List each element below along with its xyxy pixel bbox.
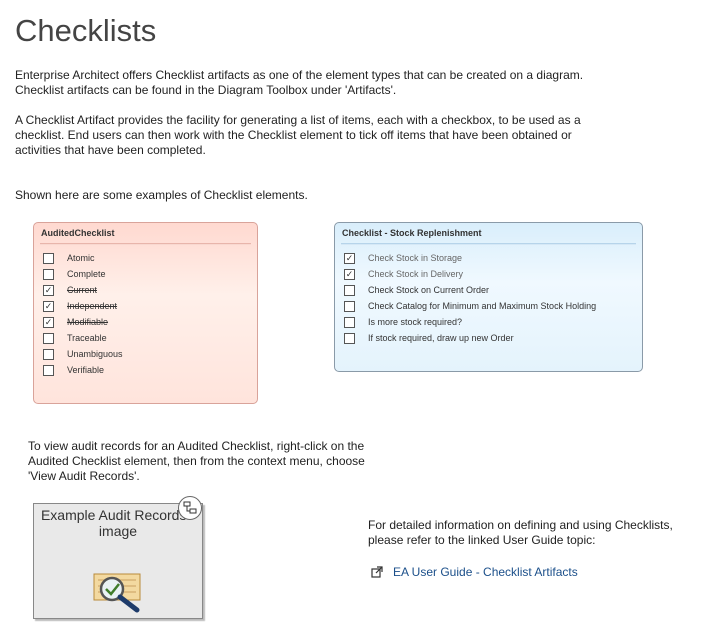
checkbox[interactable] <box>344 316 355 328</box>
checklist-item-label: Check Stock in Storage <box>368 253 463 263</box>
checklist-item[interactable]: ✓ Independent <box>43 298 257 314</box>
intro-paragraph-2: A Checklist Artifact provides the facili… <box>15 113 581 157</box>
examples-intro: Shown here are some examples of Checklis… <box>15 188 308 202</box>
checklist-item[interactable]: Traceable <box>43 330 257 346</box>
checklist-item[interactable]: Complete <box>43 266 257 282</box>
checkbox[interactable] <box>43 364 54 376</box>
checklist-item-label: Atomic <box>67 253 95 263</box>
magnifier-check-icon <box>93 573 141 613</box>
audited-checklist-title: AuditedChecklist <box>41 228 115 238</box>
external-link-icon[interactable] <box>371 566 383 578</box>
hierarchy-icon[interactable] <box>178 496 202 520</box>
intro-paragraph-1: Enterprise Architect offers Checklist ar… <box>15 68 584 97</box>
checked-checkbox[interactable]: ✓ <box>43 284 54 296</box>
checklist-item[interactable]: ✓ Modifiable <box>43 314 257 330</box>
checklist-item-label: Check Stock in Delivery <box>368 269 464 279</box>
checkbox[interactable] <box>43 268 54 280</box>
checklist-item[interactable]: Atomic <box>43 250 257 266</box>
checklist-item-label: Current <box>67 285 98 295</box>
checkbox[interactable] <box>344 332 355 344</box>
checklist-item[interactable]: Unambiguous <box>43 346 257 362</box>
checklist-item[interactable]: ✓ Current <box>43 282 257 298</box>
checklist-item-label: Unambiguous <box>67 349 123 359</box>
checklist-item-label: Modifiable <box>67 317 109 327</box>
audit-records-caption: Example Audit Records - image <box>40 507 196 539</box>
checkbox[interactable] <box>43 252 54 264</box>
checkbox[interactable] <box>344 300 355 312</box>
stock-checklist-element[interactable]: Checklist - Stock Replenishment ✓ Check S… <box>334 222 643 372</box>
checklist-item[interactable]: Check Stock on Current Order <box>344 282 642 298</box>
user-guide-link-row[interactable]: EA User Guide - Checklist Artifacts <box>371 565 578 579</box>
audit-records-image[interactable]: Example Audit Records - image <box>33 496 203 619</box>
checklist-item-label: Check Catalog for Minimum and Maximum St… <box>368 301 597 311</box>
checklist-item-label: Traceable <box>67 333 107 343</box>
checkbox[interactable] <box>43 332 54 344</box>
checklist-item[interactable]: Verifiable <box>43 362 257 378</box>
checklist-item[interactable]: ✓ Check Stock in Storage <box>344 250 642 266</box>
checklist-item[interactable]: ✓ Check Stock in Delivery <box>344 266 642 282</box>
audit-instructions: To view audit records for an Audited Che… <box>28 439 365 483</box>
user-guide-link[interactable]: EA User Guide - Checklist Artifacts <box>393 565 578 579</box>
checklist-item-label: Is more stock required? <box>368 317 463 327</box>
checked-checkbox[interactable]: ✓ <box>344 252 355 264</box>
checkbox[interactable] <box>43 348 54 360</box>
audited-checklist-element[interactable]: AuditedChecklist Atomic Complete ✓ Current ✓… <box>33 222 258 404</box>
checklist-item[interactable]: If stock required, draw up new Order <box>344 330 642 346</box>
more-info-text: For detailed information on defining and… <box>368 518 673 547</box>
stock-checklist-title: Checklist - Stock Replenishment <box>342 228 482 238</box>
stock-checklist-items: ✓ Check Stock in Storage ✓ Check Stock in D… <box>335 245 642 346</box>
audited-checklist-items: Atomic Complete ✓ Current ✓ Independent ✓ Modif… <box>34 245 257 378</box>
checklist-item[interactable]: Is more stock required? <box>344 314 642 330</box>
checkbox[interactable] <box>344 284 355 296</box>
checklist-item-label: Complete <box>67 269 106 279</box>
page-title: Checklists <box>15 13 157 48</box>
checklist-item-label: Independent <box>67 301 118 311</box>
checklist-item-label: Check Stock on Current Order <box>368 285 490 295</box>
checklist-item-label: Verifiable <box>67 365 105 375</box>
checklist-item-label: If stock required, draw up new Order <box>368 333 514 343</box>
checklist-item[interactable]: Check Catalog for Minimum and Maximum St… <box>344 298 642 314</box>
checked-checkbox[interactable]: ✓ <box>43 300 54 312</box>
checked-checkbox[interactable]: ✓ <box>344 268 355 280</box>
checked-checkbox[interactable]: ✓ <box>43 316 54 328</box>
